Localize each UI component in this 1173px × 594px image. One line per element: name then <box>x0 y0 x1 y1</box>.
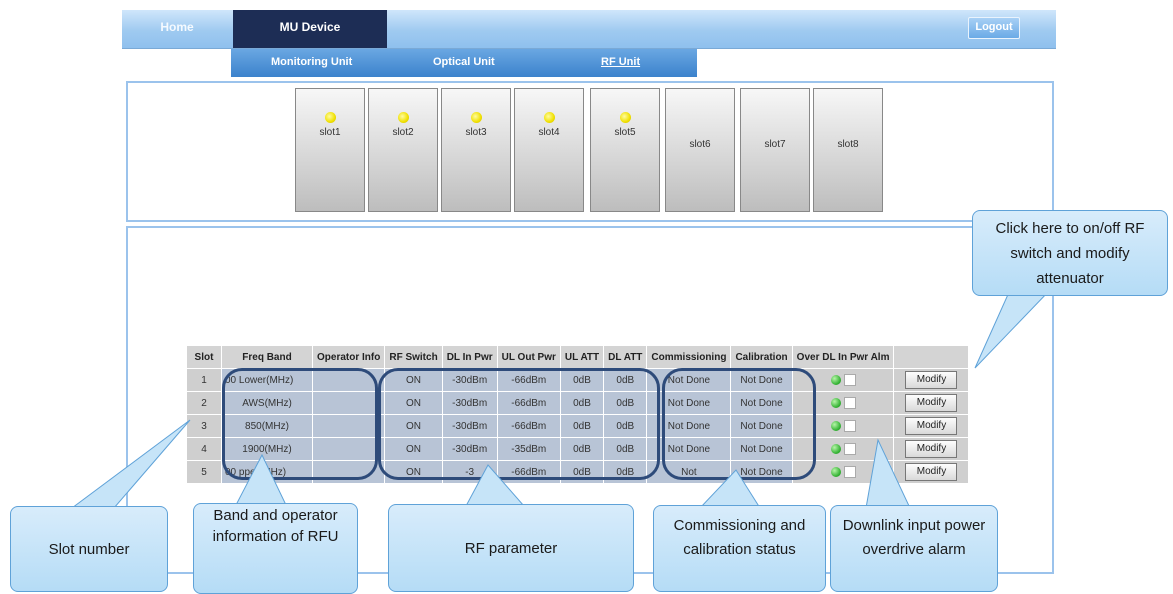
callout-pointer-slot <box>70 419 191 509</box>
callout-pointer-commissioning <box>698 469 761 509</box>
callout-commissioning: Commissioning and calibration status <box>653 505 826 592</box>
callout-pointer-band <box>235 453 287 506</box>
callout-slot-number: Slot number <box>10 506 168 592</box>
callout-rf-switch: Click here to on/off RF switch and modif… <box>972 210 1168 296</box>
callout-pointer-rf <box>465 464 526 507</box>
callout-downlink-alarm: Downlink input power overdrive alarm <box>830 505 998 592</box>
callout-pointer-alarm <box>865 438 911 509</box>
callout-pointer-rf-switch <box>974 289 1052 369</box>
callout-band-operator: Band and operator information of RFU <box>193 503 358 594</box>
callout-rf-parameter: RF parameter <box>388 504 634 592</box>
